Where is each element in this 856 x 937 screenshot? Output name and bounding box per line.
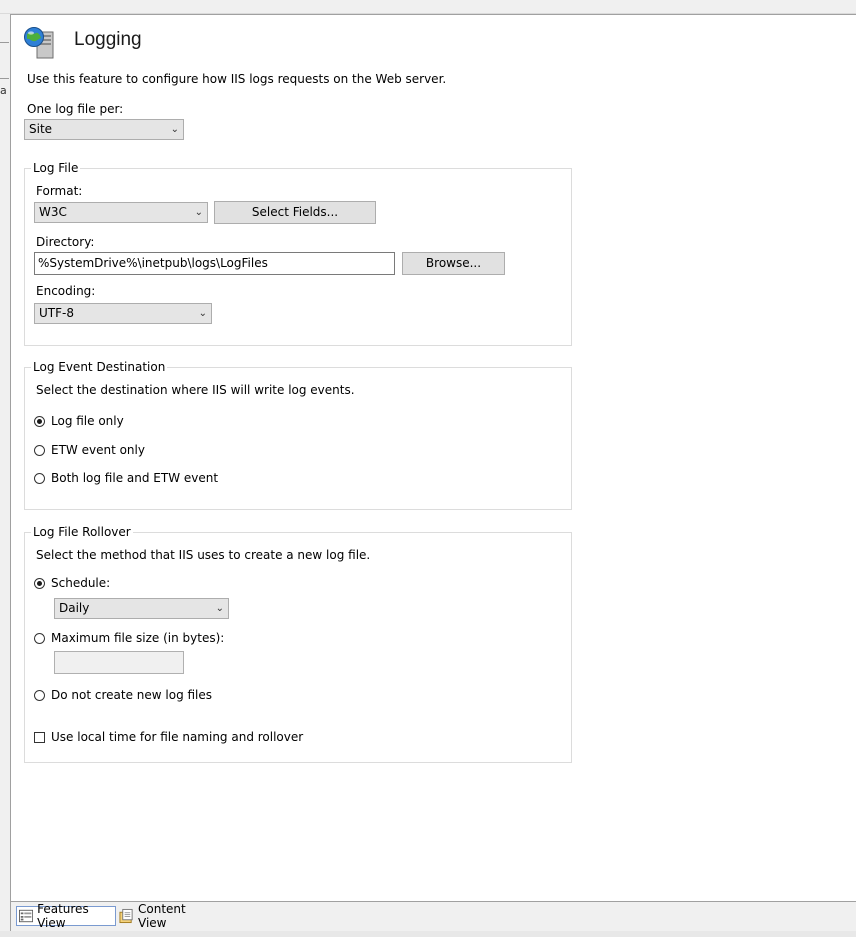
select-fields-button[interactable]: Select Fields... bbox=[214, 201, 376, 224]
radio-button[interactable] bbox=[34, 632, 45, 644]
window-top-strip bbox=[0, 0, 856, 14]
chevron-down-icon: ⌄ bbox=[215, 603, 224, 614]
schedule-select[interactable]: Daily ⌄ bbox=[54, 598, 229, 619]
format-value: W3C bbox=[39, 205, 67, 219]
radio-maximum-file-size-label: Maximum file size (in bytes): bbox=[51, 631, 225, 645]
format-select[interactable]: W3C ⌄ bbox=[34, 202, 208, 223]
tab-content-view-label: Content View bbox=[138, 902, 186, 930]
chevron-down-icon: ⌄ bbox=[198, 308, 207, 319]
page-description: Use this feature to configure how IIS lo… bbox=[27, 72, 447, 86]
radio-log-file-only-label: Log file only bbox=[51, 414, 124, 428]
radio-both-log-file-and-etw[interactable]: Both log file and ETW event bbox=[34, 471, 218, 485]
tab-features-view-label: Features View bbox=[37, 902, 89, 930]
left-pane-divider-2 bbox=[0, 78, 9, 79]
use-local-time-checkbox[interactable]: Use local time for file naming and rollo… bbox=[34, 730, 303, 744]
chevron-down-icon: ⌄ bbox=[194, 207, 203, 218]
status-strip bbox=[0, 931, 856, 937]
left-pane-divider bbox=[0, 42, 9, 43]
radio-schedule-label: Schedule: bbox=[51, 576, 111, 590]
radio-etw-event-only-label: ETW event only bbox=[51, 443, 145, 457]
view-switcher-bar: Features View Content View bbox=[11, 901, 856, 931]
radio-button[interactable] bbox=[34, 444, 45, 456]
radio-button[interactable] bbox=[34, 689, 45, 701]
log-file-legend: Log File bbox=[33, 161, 79, 175]
tab-content-view[interactable]: Content View bbox=[117, 902, 217, 930]
radio-do-not-create-new-log-files[interactable]: Do not create new log files bbox=[34, 688, 212, 702]
radio-maximum-file-size[interactable]: Maximum file size (in bytes): bbox=[34, 631, 224, 645]
page-title: Logging bbox=[74, 29, 142, 50]
radio-schedule[interactable]: Schedule: bbox=[34, 576, 110, 590]
use-local-time-label: Use local time for file naming and rollo… bbox=[51, 730, 304, 744]
features-view-icon bbox=[19, 909, 34, 923]
browse-button[interactable]: Browse... bbox=[402, 252, 505, 275]
left-pane-edge: a bbox=[0, 14, 11, 937]
directory-input[interactable]: %SystemDrive%\inetpub\logs\LogFiles bbox=[34, 252, 395, 275]
schedule-value: Daily bbox=[59, 601, 90, 615]
tab-features-view[interactable]: Features View bbox=[16, 902, 116, 930]
checkbox-unchecked[interactable] bbox=[34, 731, 45, 743]
radio-do-not-create-label: Do not create new log files bbox=[51, 688, 213, 702]
directory-label: Directory: bbox=[36, 235, 95, 249]
format-label: Format: bbox=[36, 184, 83, 198]
left-pane-text-fragment: a bbox=[0, 84, 7, 97]
logging-globe-icon bbox=[24, 27, 54, 59]
chevron-down-icon: ⌄ bbox=[170, 124, 179, 135]
radio-both-label: Both log file and ETW event bbox=[51, 471, 219, 485]
log-event-destination-legend: Log Event Destination bbox=[33, 360, 166, 374]
one-log-file-per-select[interactable]: Site ⌄ bbox=[24, 119, 184, 140]
encoding-select[interactable]: UTF-8 ⌄ bbox=[34, 303, 212, 324]
radio-button-selected[interactable] bbox=[34, 577, 45, 589]
encoding-label: Encoding: bbox=[36, 284, 96, 298]
log-file-rollover-legend: Log File Rollover bbox=[33, 525, 131, 539]
radio-log-file-only[interactable]: Log file only bbox=[34, 414, 124, 428]
log-file-rollover-description: Select the method that IIS uses to creat… bbox=[36, 548, 371, 562]
logging-feature-panel: Logging Use this feature to configure ho… bbox=[11, 14, 856, 902]
radio-button-selected[interactable] bbox=[34, 415, 45, 427]
radio-etw-event-only[interactable]: ETW event only bbox=[34, 443, 145, 457]
encoding-value: UTF-8 bbox=[39, 306, 74, 320]
log-event-destination-description: Select the destination where IIS will wr… bbox=[36, 383, 355, 397]
radio-button[interactable] bbox=[34, 472, 45, 484]
content-view-icon bbox=[119, 908, 133, 924]
one-log-file-per-value: Site bbox=[29, 122, 53, 136]
maximum-file-size-input[interactable] bbox=[54, 651, 184, 674]
one-log-file-per-label: One log file per: bbox=[27, 102, 124, 116]
